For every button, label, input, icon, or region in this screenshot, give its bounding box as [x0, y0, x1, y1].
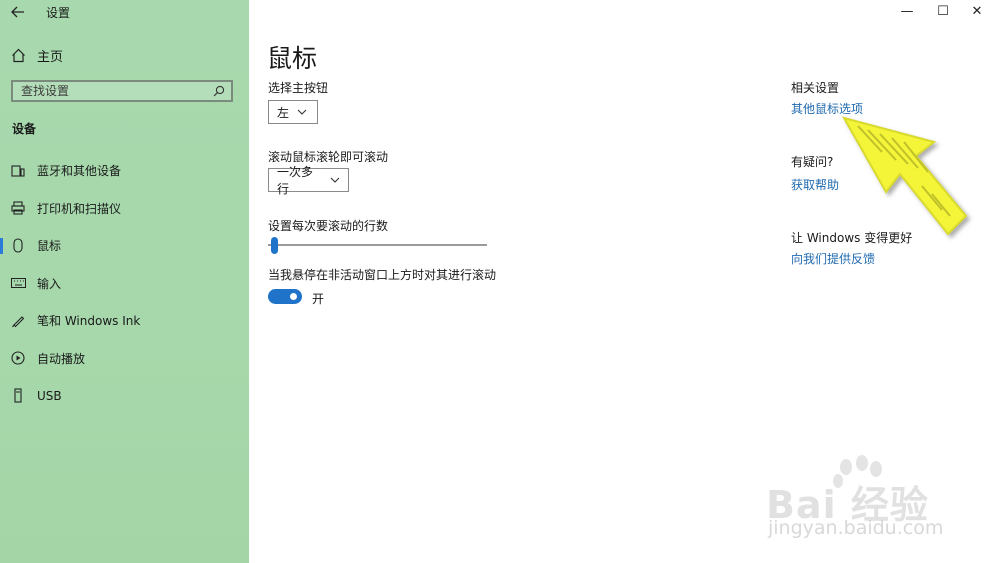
get-help-link[interactable]: 获取帮助: [791, 176, 839, 193]
minimize-icon: —: [900, 3, 914, 19]
sidebar-item-label: 鼠标: [37, 239, 62, 254]
sidebar-item-label: 主页: [37, 49, 64, 65]
chevron-down-icon: [330, 175, 340, 186]
printer-icon: [10, 201, 26, 215]
sidebar-item-pen[interactable]: 笔和 Windows Ink: [0, 302, 249, 340]
sidebar-item-label: 自动播放: [37, 351, 86, 366]
close-icon: ✕: [971, 3, 983, 19]
sidebar-item-autoplay[interactable]: 自动播放: [0, 340, 249, 378]
yellow-arrow-icon: [841, 116, 968, 236]
sidebar-item-label: 笔和 Windows Ink: [37, 314, 141, 329]
section-title: 设备: [12, 122, 37, 136]
lines-slider-thumb[interactable]: [271, 237, 278, 254]
scroll-mode-dropdown[interactable]: 一次多行: [268, 165, 349, 196]
inactive-scroll-label: 当我悬停在非活动窗口上方时对其进行滚动: [268, 268, 497, 282]
sidebar-item-typing[interactable]: 输入: [0, 265, 249, 303]
page-title: 鼠标: [267, 44, 318, 73]
primary-button-dropdown[interactable]: 左: [268, 100, 318, 124]
toggle-state-text: 开: [312, 292, 325, 306]
sidebar-item-label: 打印机和扫描仪: [37, 201, 122, 216]
sidebar-item-label: 输入: [37, 276, 62, 291]
dropdown-value: 一次多行: [277, 165, 314, 196]
sidebar: 设置 主页 设备 蓝牙和其他设备 打印机和扫描仪: [0, 0, 249, 563]
sidebar-item-printers[interactable]: 打印机和扫描仪: [0, 190, 249, 228]
keyboard-icon: [10, 278, 26, 289]
devices-icon: [10, 164, 26, 178]
primary-button-label: 选择主按钮: [268, 81, 329, 95]
back-arrow-icon[interactable]: [8, 2, 28, 22]
sidebar-item-bluetooth[interactable]: 蓝牙和其他设备: [0, 152, 249, 190]
usb-icon: [10, 388, 26, 403]
search-box[interactable]: [11, 80, 233, 102]
watermark-url: jingyan.baidu.com: [768, 517, 944, 539]
maximize-icon: ☐: [937, 3, 949, 19]
sidebar-nav: 蓝牙和其他设备 打印机和扫描仪 鼠标 输入 笔和 Windows Ink 自动播…: [0, 152, 249, 415]
sidebar-item-home[interactable]: 主页: [10, 44, 63, 66]
autoplay-icon: [10, 351, 26, 365]
minimize-button[interactable]: —: [890, 0, 924, 22]
sidebar-item-usb[interactable]: USB: [0, 377, 249, 415]
lines-label: 设置每次要滚动的行数: [268, 219, 389, 233]
chevron-down-icon: [297, 107, 307, 118]
pen-icon: [10, 314, 26, 328]
toggle-knob: [290, 293, 297, 300]
feedback-link[interactable]: 向我们提供反馈: [791, 250, 875, 267]
inactive-scroll-toggle[interactable]: [268, 289, 302, 304]
sidebar-item-label: USB: [37, 388, 62, 403]
mouse-icon: [10, 238, 26, 253]
dropdown-value: 左: [277, 105, 290, 120]
lines-slider-track[interactable]: [268, 244, 487, 246]
search-icon[interactable]: [213, 82, 225, 101]
sidebar-item-mouse[interactable]: 鼠标: [0, 227, 249, 265]
sidebar-item-label: 蓝牙和其他设备: [37, 164, 122, 179]
related-settings-heading: 相关设置: [791, 81, 840, 95]
app-title: 设置: [46, 6, 71, 20]
help-heading: 有疑问?: [791, 155, 834, 169]
maximize-button[interactable]: ☐: [926, 0, 960, 22]
close-button[interactable]: ✕: [960, 0, 994, 22]
home-icon: [10, 48, 26, 63]
search-input[interactable]: [19, 83, 203, 99]
